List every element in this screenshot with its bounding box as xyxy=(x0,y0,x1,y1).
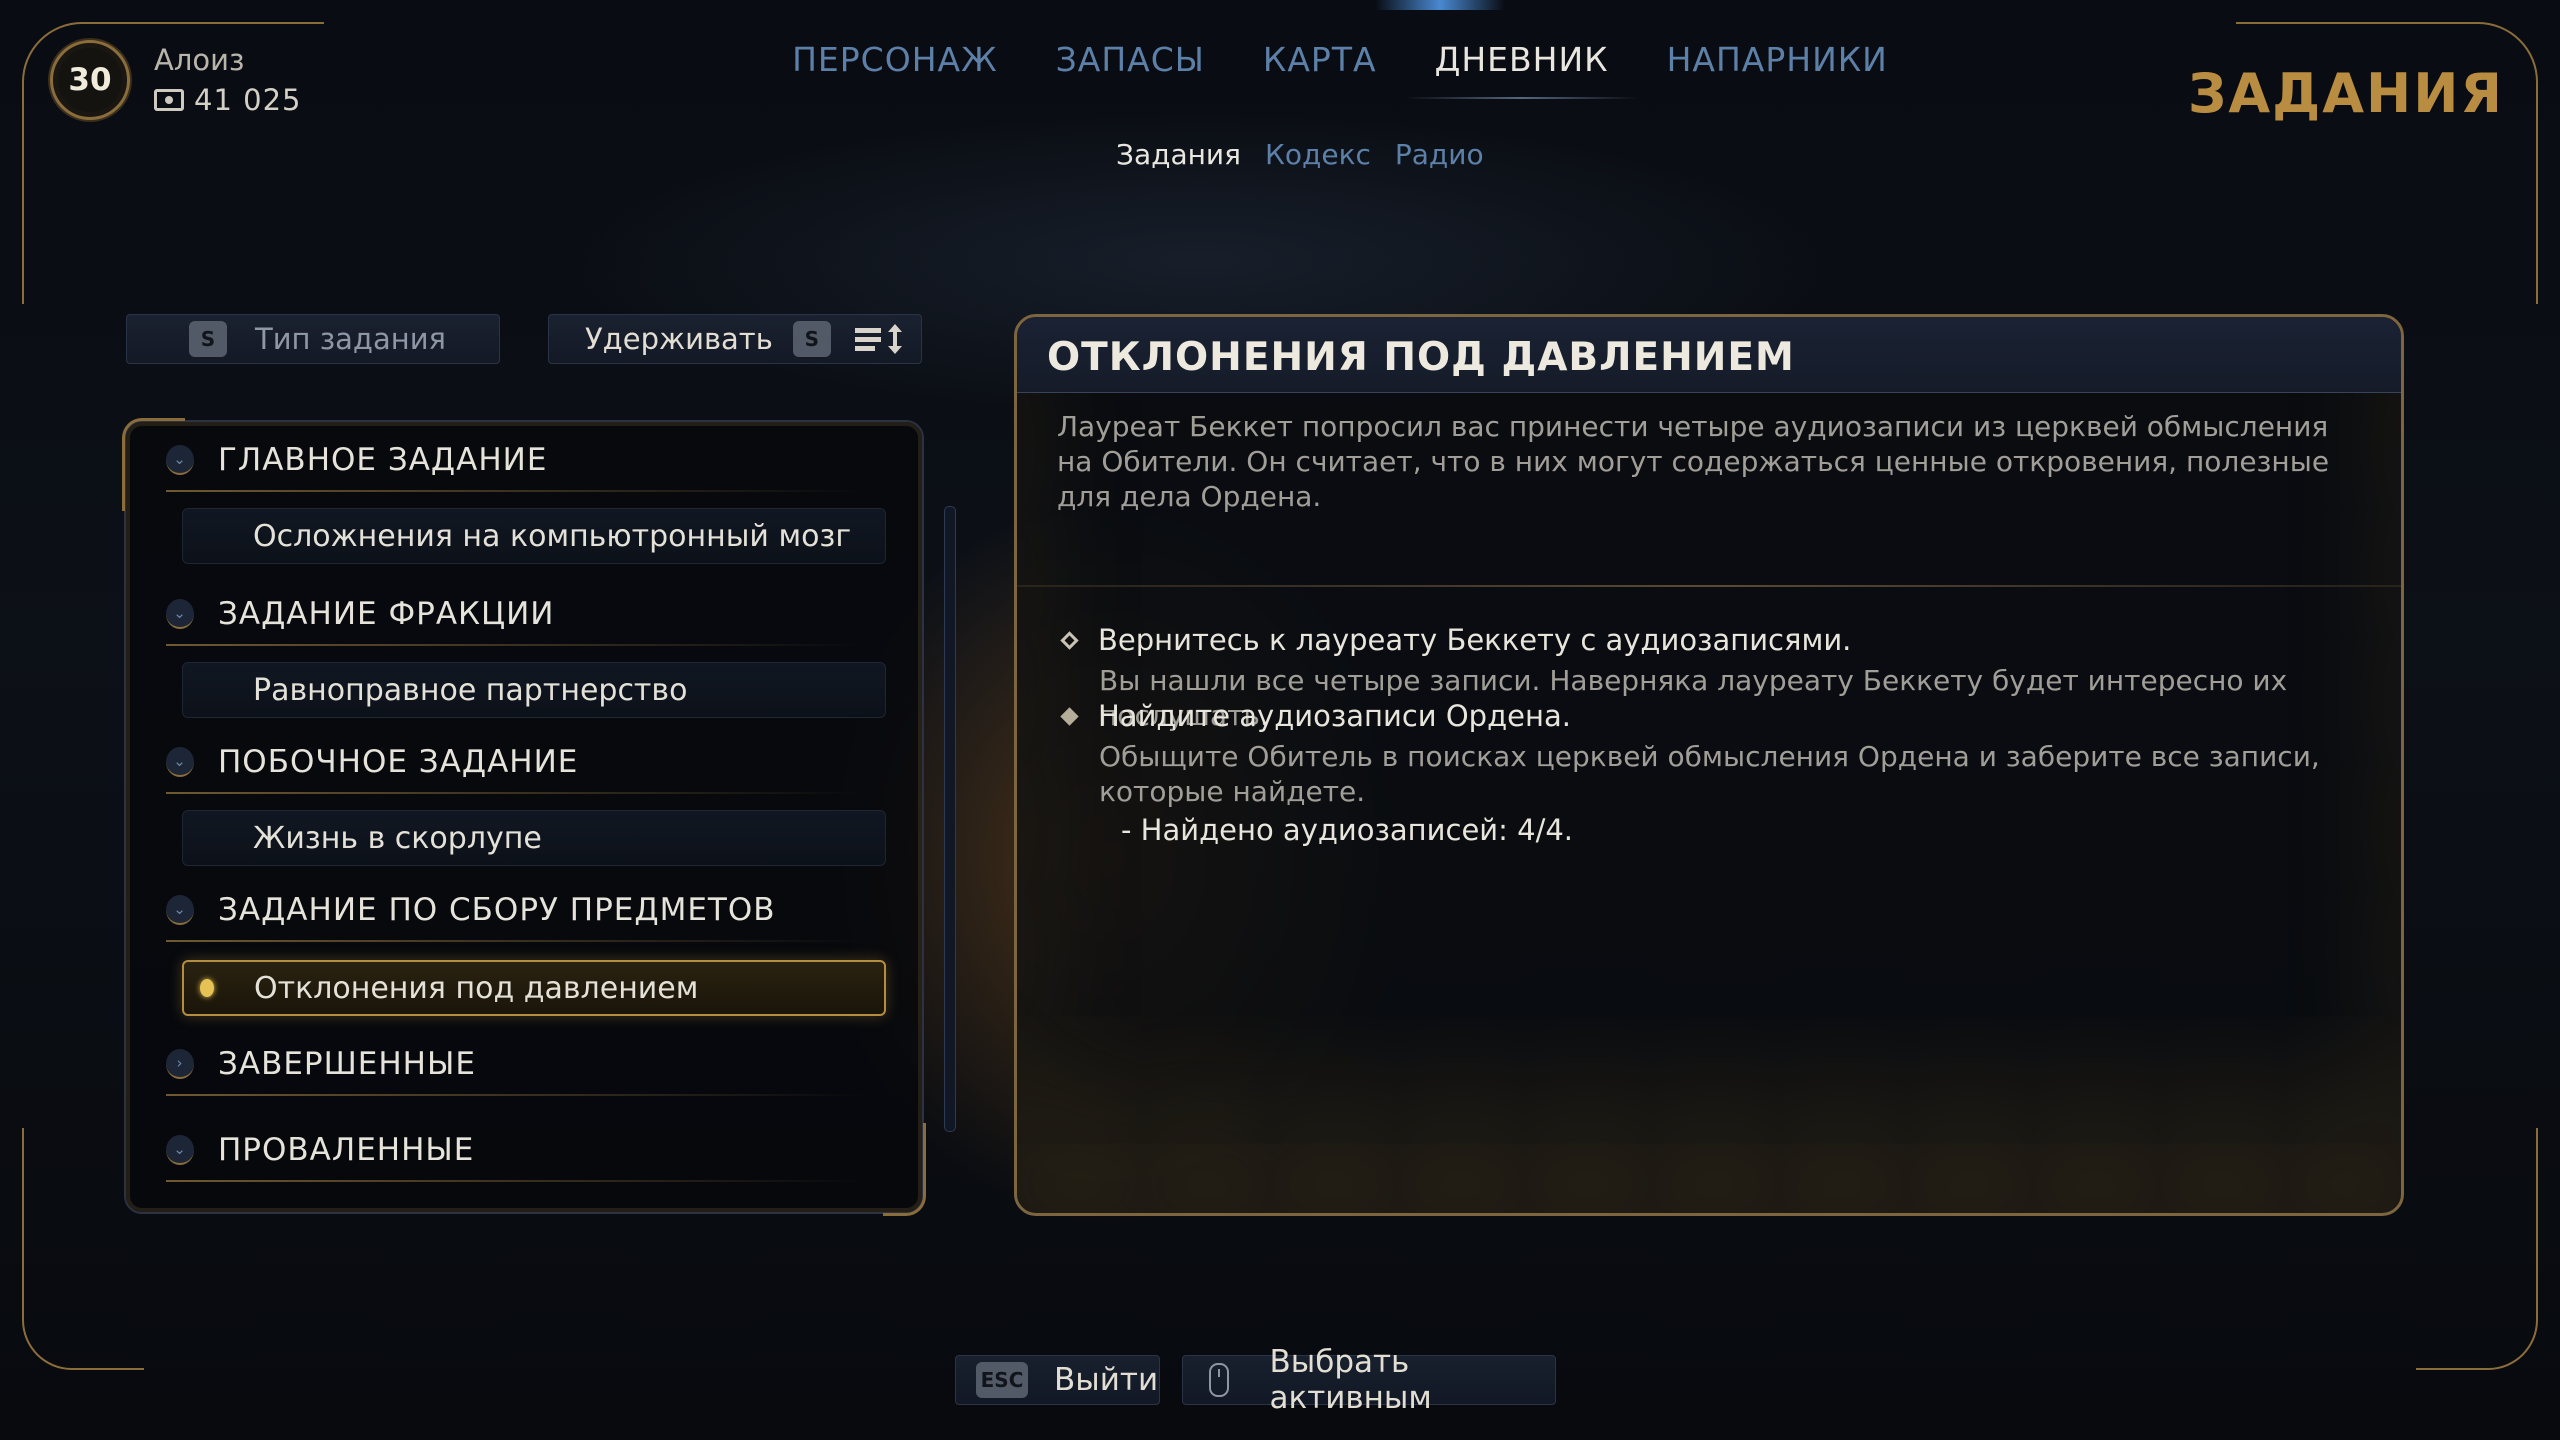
hold-label: Удерживать xyxy=(585,322,773,356)
category-divider xyxy=(166,792,866,794)
screen-title: ЗАДАНИЯ xyxy=(2187,62,2504,125)
tab-companions[interactable]: НАПАРНИКИ xyxy=(1667,40,1888,99)
chevron-down-icon: ⌄ xyxy=(166,599,194,629)
quest-description: Лауреат Беккет попросил вас принести чет… xyxy=(1057,410,2330,513)
category-divider xyxy=(166,940,866,942)
chevron-down-icon: ⌄ xyxy=(166,895,194,925)
category-label: ЗАДАНИЕ ПО СБОРУ ПРЕДМЕТОВ xyxy=(218,892,776,928)
quest-list-scrollbar[interactable] xyxy=(944,506,956,1132)
quest-item[interactable]: Равноправное партнерство xyxy=(182,662,886,718)
mouse-icon xyxy=(1209,1363,1230,1397)
objective-description: Обыщите Обитель в поисках церквей обмысл… xyxy=(1099,740,2320,808)
category-label: ЗАДАНИЕ ФРАКЦИИ xyxy=(218,596,555,632)
detail-divider xyxy=(1017,585,2401,587)
category-label: ГЛАВНОЕ ЗАДАНИЕ xyxy=(218,442,548,478)
quest-label: Отклонения под давлением xyxy=(254,970,699,1006)
subtab-quests[interactable]: Задания xyxy=(1116,138,1241,171)
objective-open-icon xyxy=(1060,630,1079,650)
key-hint-s: S xyxy=(792,321,831,357)
category-label: ЗАВЕРШЕННЫЕ xyxy=(218,1046,476,1082)
category-divider xyxy=(166,1094,866,1096)
quest-detail-title: ОТКЛОНЕНИЯ ПОД ДАВЛЕНИЕМ xyxy=(1017,317,2401,393)
category-collection-quest[interactable]: ⌄ ЗАДАНИЕ ПО СБОРУ ПРЕДМЕТОВ xyxy=(166,892,776,928)
objective-done-icon xyxy=(1060,706,1079,726)
quest-item-selected[interactable]: Отклонения под давлением xyxy=(182,960,886,1016)
category-label: ПРОВАЛЕННЫЕ xyxy=(218,1132,475,1168)
quest-item[interactable]: Жизнь в скорлупе xyxy=(182,810,886,866)
quest-label: Равноправное партнерство xyxy=(253,672,688,708)
category-label: ПОБОЧНОЕ ЗАДАНИЕ xyxy=(218,744,579,780)
quest-label: Осложнения на компьютронный мозг xyxy=(253,518,852,554)
objective-title: Вернитесь к лауреату Беккету с аудиозапи… xyxy=(1098,623,1852,657)
category-failed[interactable]: ⌄ ПРОВАЛЕННЫЕ xyxy=(166,1132,474,1168)
esc-key-hint: ESC xyxy=(976,1362,1028,1398)
subtab-codex[interactable]: Кодекс xyxy=(1265,138,1371,171)
category-side-quest[interactable]: ⌄ ПОБОЧНОЕ ЗАДАНИЕ xyxy=(166,744,578,780)
quest-label: Жизнь в скорлупе xyxy=(253,820,542,856)
set-active-button[interactable]: Выбрать активным xyxy=(1182,1344,1556,1416)
category-main-quest[interactable]: ⌄ ГЛАВНОЕ ЗАДАНИЕ xyxy=(166,442,547,478)
tab-character[interactable]: ПЕРСОНАЖ xyxy=(792,40,998,99)
chevron-down-icon: ⌄ xyxy=(166,1135,194,1165)
active-tab-glow xyxy=(1375,0,1505,10)
category-divider xyxy=(166,490,866,492)
frame-ornament-bottom-right xyxy=(2416,1128,2538,1370)
chevron-down-icon: ⌄ xyxy=(166,747,194,777)
key-hint-s: S xyxy=(189,321,227,357)
set-active-label: Выбрать активным xyxy=(1269,1344,1432,1416)
chevron-down-icon: ⌄ xyxy=(166,445,194,475)
objective-subtask: - Найдено аудиозаписей: 4/4. xyxy=(1121,813,1574,847)
category-faction-quest[interactable]: ⌄ ЗАДАНИЕ ФРАКЦИИ xyxy=(166,596,555,632)
subtab-radio[interactable]: Радио xyxy=(1395,138,1484,171)
objective-item: Найдите аудиозаписи Ордена. Обыщите Обит… xyxy=(1059,699,2359,847)
exit-label: Выйти xyxy=(1054,1362,1159,1398)
main-nav: ПЕРСОНАЖ ЗАПАСЫ КАРТА ДНЕВНИК НАПАРНИКИ xyxy=(0,40,2560,99)
sub-nav: Задания Кодекс Радио xyxy=(1116,138,1484,171)
quest-detail-panel: ОТКЛОНЕНИЯ ПОД ДАВЛЕНИЕМ Лауреат Беккет … xyxy=(1014,314,2404,1216)
quest-type-filter-label: Тип задания xyxy=(255,322,447,356)
chevron-right-icon: › xyxy=(166,1049,194,1079)
tab-inventory[interactable]: ЗАПАСЫ xyxy=(1056,40,1205,99)
tab-map[interactable]: КАРТА xyxy=(1263,40,1377,99)
quest-list-panel: ⌄ ГЛАВНОЕ ЗАДАНИЕ Осложнения на компьютр… xyxy=(122,418,926,1216)
quest-item[interactable]: Осложнения на компьютронный мозг xyxy=(182,508,886,564)
quest-type-filter-button[interactable]: S Тип задания xyxy=(126,314,500,364)
category-completed[interactable]: › ЗАВЕРШЕННЫЕ xyxy=(166,1046,476,1082)
tab-journal[interactable]: ДНЕВНИК xyxy=(1404,40,1639,99)
active-quest-marker-icon xyxy=(200,979,214,997)
exit-button[interactable]: ESC Выйти xyxy=(955,1355,1160,1405)
sort-icon xyxy=(854,324,903,354)
category-divider xyxy=(166,1180,866,1182)
hold-sort-button[interactable]: Удерживать S xyxy=(548,314,922,364)
category-divider xyxy=(166,644,866,646)
objective-title: Найдите аудиозаписи Ордена. xyxy=(1098,699,1571,733)
